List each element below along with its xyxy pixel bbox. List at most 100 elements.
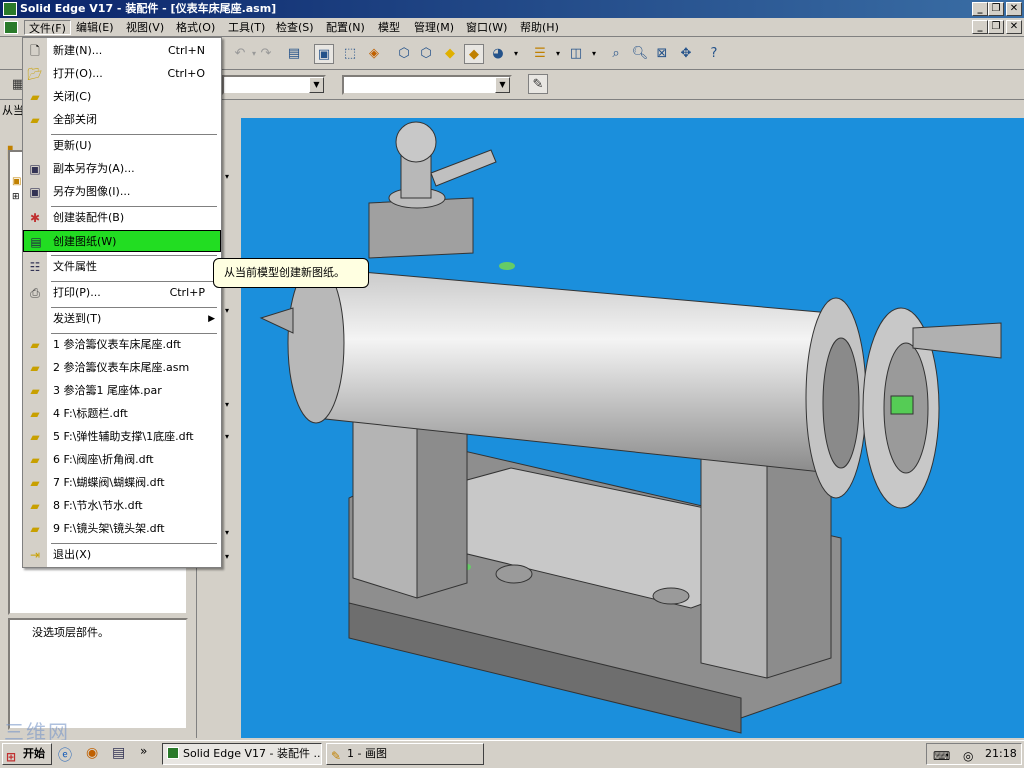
menu-item-close-all[interactable]: ▰ 全部关闭 — [23, 109, 221, 131]
create-assembly-icon: ✱ — [29, 211, 41, 225]
restore-button[interactable]: ❐ — [988, 2, 1004, 16]
menu-item-recent-9[interactable]: ▰ 9 F:\镜头架\镜头架.dft — [23, 518, 221, 540]
submenu-arrow-icon: ▶ — [208, 314, 215, 324]
fit-icon[interactable]: ⊠ — [652, 44, 672, 64]
media-icon[interactable]: ◉ — [86, 745, 98, 761]
chevron-down-icon[interactable]: ▾ — [225, 552, 229, 561]
redo-icon[interactable]: ↷ — [256, 44, 276, 64]
zoom-icon[interactable]: 🔍︎ — [630, 44, 650, 64]
menu-item-exit[interactable]: ⇥ 退出(X) — [23, 544, 221, 566]
chevron-down-icon[interactable]: ▼ — [309, 77, 324, 93]
paste-icon[interactable]: ▤ — [284, 44, 304, 64]
chevron-down-icon[interactable]: ▼ — [495, 77, 510, 93]
close-all-icon: ▰ — [30, 113, 40, 127]
exit-icon: ⇥ — [29, 548, 41, 562]
task-paint[interactable]: ✎ 1 - 画图 — [326, 743, 484, 765]
menu-item-file-properties[interactable]: ☷ 文件属性 — [23, 256, 221, 278]
menu-item-create-assembly[interactable]: ✱ 创建装配件(B) — [23, 207, 221, 229]
chevron-down-icon[interactable]: ▾ — [225, 432, 229, 441]
chevron-down-icon[interactable]: ▾ — [225, 172, 229, 181]
model-viewport[interactable] — [241, 118, 1024, 738]
menu-tools[interactable]: 工具(T) — [224, 20, 269, 35]
menu-edit[interactable]: 编辑(E) — [72, 20, 118, 35]
pin-icon[interactable]: ✎ — [528, 74, 548, 94]
network-icon[interactable]: ◎ — [963, 746, 973, 766]
menu-inspect[interactable]: 检查(S) — [272, 20, 318, 35]
menu-item-send-to[interactable]: 发送到(T) ▶ — [23, 308, 221, 330]
paint-icon: ✎ — [331, 749, 342, 763]
close-folder-icon: ▰ — [30, 90, 40, 104]
layers-dropdown-icon[interactable]: ▾ — [548, 44, 568, 64]
shaded-icon[interactable]: ◆ — [440, 44, 460, 64]
menu-window[interactable]: 窗口(W) — [462, 20, 511, 35]
create-drawing-icon: ▤ — [30, 235, 42, 249]
tree-expand-icon[interactable]: ⊞ — [12, 192, 20, 202]
save-icon[interactable]: ▣ — [314, 44, 334, 64]
menu-item-recent-7[interactable]: ▰ 7 F:\蝴蝶阀\蝴蝶阀.dft — [23, 472, 221, 494]
help-pointer-icon[interactable]: ? — [704, 44, 724, 64]
menu-item-recent-2[interactable]: ▰ 2 参洽籌仪表车床尾座.asm — [23, 357, 221, 379]
select-icon[interactable]: ⬚ — [340, 44, 360, 64]
window-titlebar[interactable]: Solid Edge V17 - 装配件 - [仪表车床尾座.asm] _ ❐ … — [0, 0, 1024, 18]
printer-icon: ⎙ — [30, 286, 40, 300]
menu-item-save-copy-as[interactable]: ▣ 副本另存为(A)... — [23, 158, 221, 180]
section-icon[interactable]: ◫ — [566, 44, 586, 64]
chevron-down-icon[interactable]: ▾ — [225, 306, 229, 315]
render-icon[interactable]: ◕ — [488, 44, 508, 64]
tailstock-model[interactable] — [241, 118, 1024, 738]
menu-file[interactable]: 文件(F) — [24, 20, 71, 35]
doc-restore-button[interactable]: ❐ — [988, 20, 1004, 34]
menu-item-recent-5[interactable]: ▰ 5 F:\弹性辅助支撑\1底座.dft — [23, 426, 221, 448]
recent-file-icon: ▰ — [30, 384, 40, 398]
menu-configure[interactable]: 配置(N) — [322, 20, 369, 35]
app-icon[interactable] — [3, 2, 17, 16]
system-tray: ⌨ ◎ 21:18 — [926, 743, 1022, 765]
pan-icon[interactable]: ✥ — [676, 44, 696, 64]
menu-item-close[interactable]: ▰ 关闭(C) — [23, 86, 221, 108]
close-button[interactable]: ✕ — [1006, 2, 1022, 16]
start-button[interactable]: ⊞ 开始 — [2, 743, 52, 765]
menu-item-recent-4[interactable]: ▰ 4 F:\标题栏.dft — [23, 403, 221, 425]
render-dropdown-icon[interactable]: ▾ — [506, 44, 526, 64]
menu-item-new[interactable]: 🗋 新建(N)... Ctrl+N — [23, 40, 221, 62]
menu-item-open[interactable]: 📂︎ 打开(O)... Ctrl+O — [23, 63, 221, 85]
menu-item-save-as-image[interactable]: ▣ 另存为图像(I)... — [23, 181, 221, 203]
menu-view[interactable]: 视图(V) — [122, 20, 168, 35]
menu-help[interactable]: 帮助(H) — [516, 20, 563, 35]
menu-item-recent-8[interactable]: ▰ 8 F:\节水\节水.dft — [23, 495, 221, 517]
clock[interactable]: 21:18 — [985, 744, 1017, 764]
menu-item-print[interactable]: ⎙ 打印(P)... Ctrl+P — [23, 282, 221, 304]
menu-item-create-drawing[interactable]: ▤ 创建图纸(W) — [23, 230, 221, 252]
document-icon[interactable] — [4, 21, 18, 34]
recent-file-icon: ▰ — [30, 361, 40, 375]
view-top-icon[interactable]: ⬡ — [416, 44, 436, 64]
chevron-down-icon[interactable]: ▾ — [225, 400, 229, 409]
keyboard-icon[interactable]: ⌨ — [933, 746, 950, 766]
tree-root-icon[interactable]: ▣ — [12, 176, 21, 187]
recent-file-icon: ▰ — [30, 522, 40, 536]
ie-icon[interactable]: ⓔ — [58, 745, 72, 765]
layer-combo[interactable]: ▼ — [222, 75, 326, 95]
menu-item-recent-6[interactable]: ▰ 6 F:\阀座\折角阀.dft — [23, 449, 221, 471]
menu-model[interactable]: 模型 — [374, 20, 404, 35]
view-iso-icon[interactable]: ⬡ — [394, 44, 414, 64]
shaded-edges-icon[interactable]: ◆ — [464, 44, 484, 64]
chevron-down-icon[interactable]: ▾ — [225, 528, 229, 537]
menu-item-update[interactable]: 更新(U) — [23, 135, 221, 157]
section-dropdown-icon[interactable]: ▾ — [584, 44, 604, 64]
quicklaunch-more-icon[interactable]: » — [140, 744, 147, 758]
filter-combo[interactable]: ▼ — [342, 75, 512, 95]
menu-manage[interactable]: 管理(M) — [410, 20, 458, 35]
part-icon[interactable]: ◈ — [364, 44, 384, 64]
properties-icon: ☷ — [29, 260, 41, 274]
zoom-area-icon[interactable]: ⌕ — [606, 44, 626, 64]
layers-icon[interactable]: ☰ — [530, 44, 550, 64]
minimize-button[interactable]: _ — [972, 2, 988, 16]
task-solid-edge[interactable]: Solid Edge V17 - 装配件 ... — [162, 743, 322, 765]
doc-close-button[interactable]: ✕ — [1006, 20, 1022, 34]
doc-minimize-button[interactable]: _ — [972, 20, 988, 34]
desktop-icon[interactable]: ▤ — [112, 745, 125, 761]
menu-item-recent-1[interactable]: ▰ 1 参洽籌仪表车床尾座.dft — [23, 334, 221, 356]
menu-item-recent-3[interactable]: ▰ 3 参洽籌1 尾座体.par — [23, 380, 221, 402]
menu-format[interactable]: 格式(O) — [172, 20, 219, 35]
